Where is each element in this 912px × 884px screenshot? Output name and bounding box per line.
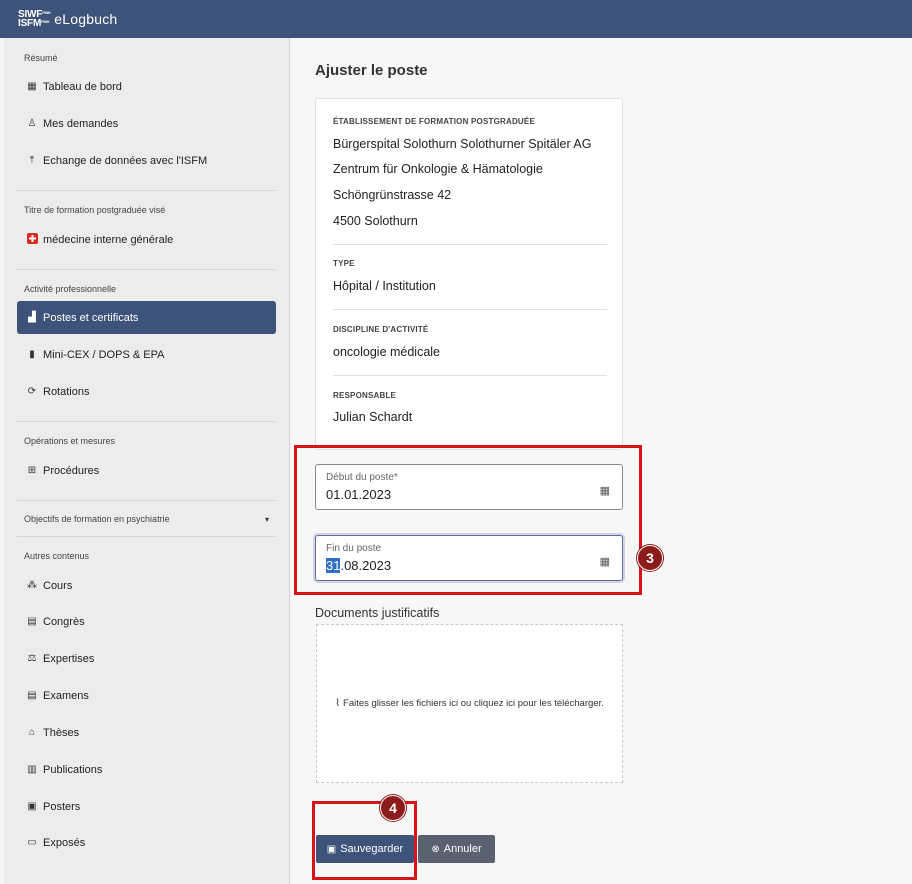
dropzone-text: Faites glisser les fichiers ici ou cliqu… bbox=[343, 698, 604, 709]
graduation-cap-icon: ⌂ bbox=[28, 727, 36, 738]
rotate-icon: ⟳ bbox=[27, 386, 37, 397]
file-dropzone[interactable]: ⌇ Faites glisser les fichiers ici ou cli… bbox=[316, 624, 623, 783]
sidebar-item-exposes[interactable]: ▭ Exposés bbox=[17, 826, 276, 859]
etablissement-line: 4500 Solothurn bbox=[333, 214, 418, 228]
image-icon: ▣ bbox=[27, 801, 37, 812]
poste-details-card: ÉTABLISSEMENT DE FORMATION POSTGRADUÉE B… bbox=[315, 98, 623, 450]
swiss-flag-icon bbox=[25, 232, 39, 247]
paperclip-icon: ⌇ bbox=[335, 698, 341, 709]
app-logo[interactable]: SIWFFMH ISFMFMH eLogbuch bbox=[18, 9, 118, 29]
section-operations: Opérations et mesures bbox=[24, 436, 116, 446]
cancel-button[interactable]: ⊗ Annuler bbox=[418, 835, 495, 863]
annotation-highlight-dates bbox=[294, 445, 642, 595]
section-titre: Titre de formation postgraduée visé bbox=[24, 205, 166, 215]
group-icon: ⁂ bbox=[27, 580, 37, 591]
gavel-icon: ⚖ bbox=[27, 653, 37, 664]
divider bbox=[17, 421, 276, 422]
etablissement-label: ÉTABLISSEMENT DE FORMATION POSTGRADUÉE bbox=[333, 117, 535, 126]
calendar-icon: ▤ bbox=[27, 616, 37, 627]
sidebar-item-tableau-de-bord[interactable]: ▦ Tableau de bord bbox=[17, 70, 276, 103]
page-title: Ajuster le poste bbox=[315, 62, 428, 79]
sidebar-item-minicex[interactable]: ▮ Mini-CEX / DOPS & EPA bbox=[17, 338, 276, 371]
upload-icon: ⤒ bbox=[29, 155, 35, 166]
discipline-label: DISCIPLINE D'ACTIVITÉ bbox=[333, 325, 429, 334]
responsable-label: RESPONSABLE bbox=[333, 391, 397, 400]
plus-square-icon: ⊞ bbox=[27, 465, 37, 476]
sidebar-item-echange[interactable]: ⤒ Echange de données avec l'ISFM bbox=[17, 144, 276, 177]
sidebar-item-expertises[interactable]: ⚖ Expertises bbox=[17, 642, 276, 675]
annotation-badge-4: 4 bbox=[380, 795, 406, 821]
section-activite: Activité professionnelle bbox=[24, 284, 117, 294]
document-icon: ▥ bbox=[27, 764, 37, 775]
type-value: Hôpital / Institution bbox=[333, 279, 436, 293]
sidebar-item-cours[interactable]: ⁂ Cours bbox=[17, 569, 276, 602]
building-icon: ▟ bbox=[28, 312, 36, 323]
etablissement-line: Schöngrünstrasse 42 bbox=[333, 188, 452, 202]
discipline-value: oncologie médicale bbox=[333, 345, 441, 359]
exam-icon: ▤ bbox=[27, 690, 37, 701]
sidebar-item-examens[interactable]: ▤ Examens bbox=[17, 679, 276, 712]
sidebar-item-mes-demandes[interactable]: ♙ Mes demandes bbox=[17, 107, 276, 140]
section-objectifs[interactable]: Objectifs de formation en psychiatrie bbox=[24, 514, 170, 524]
sidebar: Résumé ▦ Tableau de bord ♙ Mes demandes … bbox=[4, 38, 290, 884]
top-bar: SIWFFMH ISFMFMH eLogbuch bbox=[0, 0, 912, 38]
divider bbox=[17, 500, 276, 501]
divider bbox=[333, 375, 607, 376]
divider bbox=[17, 536, 276, 537]
sidebar-item-theses[interactable]: ⌂ Thèses bbox=[17, 716, 276, 749]
monitor-icon: ▭ bbox=[27, 837, 37, 848]
divider bbox=[333, 309, 607, 310]
divider bbox=[17, 190, 276, 191]
documents-label: Documents justificatifs bbox=[315, 606, 440, 620]
cancel-circle-icon: ⊗ bbox=[431, 843, 440, 855]
sidebar-item-publications[interactable]: ▥ Publications bbox=[17, 753, 276, 786]
sidebar-item-procedures[interactable]: ⊞ Procédures bbox=[17, 454, 276, 487]
etablissement-line: Zentrum für Onkologie & Hämatologie bbox=[333, 162, 543, 176]
divider bbox=[17, 269, 276, 270]
clipboard-icon: ▮ bbox=[29, 349, 35, 360]
dashboard-icon: ▦ bbox=[27, 81, 37, 92]
section-resume: Résumé bbox=[24, 53, 58, 63]
responsable-value: Julian Schardt bbox=[333, 410, 413, 424]
sidebar-item-posters[interactable]: ▣ Posters bbox=[17, 790, 276, 823]
user-requests-icon: ♙ bbox=[27, 118, 37, 129]
siwf-isfm-logo: SIWFFMH ISFMFMH bbox=[18, 9, 51, 29]
sidebar-item-medecine[interactable]: médecine interne générale bbox=[17, 223, 276, 256]
divider bbox=[333, 244, 607, 245]
sidebar-item-postes[interactable]: ▟ Postes et certificats bbox=[17, 301, 276, 334]
etablissement-line: Bürgerspital Solothurn Solothurner Spitä… bbox=[333, 137, 592, 151]
sidebar-item-congres[interactable]: ▤ Congrès bbox=[17, 605, 276, 638]
section-autres: Autres contenus bbox=[24, 551, 90, 561]
app-title: eLogbuch bbox=[54, 11, 118, 27]
sidebar-item-rotations[interactable]: ⟳ Rotations bbox=[17, 375, 276, 408]
annotation-badge-3: 3 bbox=[637, 545, 663, 571]
chevron-down-icon[interactable]: ▾ bbox=[265, 515, 269, 524]
type-label: TYPE bbox=[333, 259, 355, 268]
